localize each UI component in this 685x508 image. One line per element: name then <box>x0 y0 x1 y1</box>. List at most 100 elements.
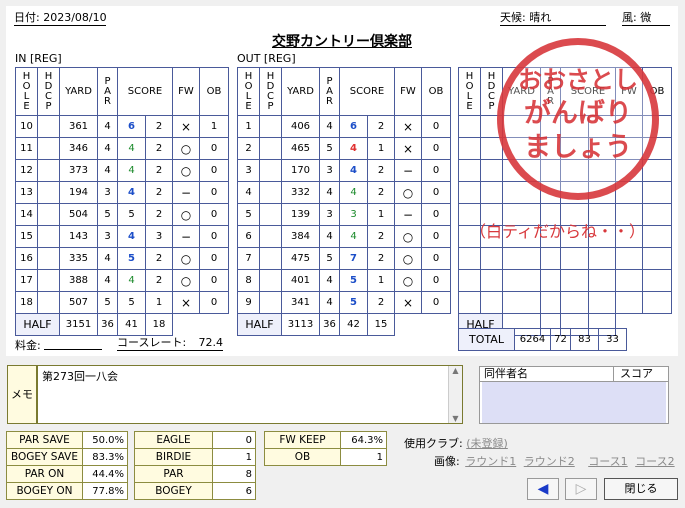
hdcp-header-text: HDCP <box>266 70 275 112</box>
score-cell: 5 <box>117 203 146 226</box>
half-putt: 15 <box>367 313 395 336</box>
hole-row: 7 475 5 7 2 ○ 0 <box>237 247 451 270</box>
putt-cell: 2 <box>367 159 395 182</box>
stat-value: 77.8% <box>82 482 128 500</box>
stat-value: 8 <box>212 465 256 483</box>
yard-cell: 170 <box>281 159 320 182</box>
hole-number: 1 <box>237 115 260 138</box>
half-par: 36 <box>319 313 340 336</box>
total-label: TOTAL <box>458 328 515 351</box>
score-cell: 5 <box>339 291 368 314</box>
score-header: SCORE <box>117 67 173 116</box>
hole-number: 15 <box>15 225 38 248</box>
hole-row: 15 143 3 4 3−0 <box>15 225 229 248</box>
clubs-row: 使用クラブ: (未登録) <box>404 435 508 451</box>
par-cell: 5 <box>97 203 118 226</box>
next-button[interactable]: ▷ <box>565 478 597 500</box>
putt-cell: 2 <box>145 181 173 204</box>
image-course2-link[interactable]: コース2 <box>635 455 674 468</box>
scroll-up-icon[interactable]: ▲ <box>449 366 462 375</box>
scroll-down-icon[interactable]: ▼ <box>449 414 462 423</box>
ob-cell: 0 <box>421 269 451 292</box>
memo-textarea[interactable]: 第273回一八会 ▲ ▼ <box>37 365 463 424</box>
yard-cell: 373 <box>59 159 98 182</box>
total-row: TOTAL 6264 72 83 33 <box>458 328 627 351</box>
par-cell: 4 <box>319 291 340 314</box>
clubs-link[interactable]: (未登録) <box>466 437 508 450</box>
close-button[interactable]: 閉じる <box>604 478 678 500</box>
putt-cell: 1 <box>367 269 395 292</box>
fw-cell: ○ <box>172 203 200 226</box>
stat-value: 64.3% <box>340 431 387 449</box>
yard-cell: 361 <box>59 115 98 138</box>
stat-value: 6 <box>212 482 256 500</box>
score-cell: 5 <box>117 291 146 314</box>
hole-row: 3 170 3 4 2−0 <box>237 159 451 182</box>
stat-label: OB <box>264 448 341 466</box>
rating-value: 72.4 <box>198 336 224 349</box>
hdcp-cell <box>37 269 60 292</box>
hdcp-cell <box>37 225 60 248</box>
par-cell: 5 <box>97 291 118 314</box>
image-course1-link[interactable]: コース1 <box>588 455 627 468</box>
prev-button[interactable]: ◀ <box>527 478 559 500</box>
companion-list-body[interactable] <box>482 382 666 423</box>
putt-cell: 2 <box>367 115 395 138</box>
half-yard: 3113 <box>281 313 320 336</box>
hole-number: 8 <box>237 269 260 292</box>
half-par: 36 <box>97 313 118 336</box>
yard-cell: 406 <box>281 115 320 138</box>
hdcp-cell <box>259 137 282 160</box>
memo-scrollbar[interactable]: ▲ ▼ <box>448 366 462 423</box>
rating-label: コースレート: <box>117 336 187 349</box>
image-round1-link[interactable]: ラウンド1 <box>465 455 516 468</box>
score-cell: 4 <box>117 159 146 182</box>
putt-cell: 3 <box>145 225 173 248</box>
fw-cell: ○ <box>172 269 200 292</box>
ob-cell: 0 <box>421 115 451 138</box>
par-cell: 3 <box>319 203 340 226</box>
par-cell: 4 <box>319 225 340 248</box>
save-stats-table: PAR SAVE 50.0% BOGEY SAVE 83.3% PAR ON 44.4% B… <box>6 431 128 500</box>
companion-name-header[interactable]: 同伴者名 <box>480 367 614 381</box>
images-row: 画像: ラウンド1 ラウンド2 コース1 コース2 <box>434 453 675 469</box>
empty-row <box>458 247 672 270</box>
hdcp-cell <box>259 247 282 270</box>
wind-field: 風: 微 <box>622 11 670 26</box>
yard-cell: 507 <box>59 291 98 314</box>
score-cell: 6 <box>117 115 146 138</box>
hole-row: 16 335 4 5 2 ○ 0 <box>15 247 229 270</box>
companion-list[interactable]: 同伴者名 スコア <box>479 366 669 424</box>
score-cell: 6 <box>339 115 368 138</box>
yard-cell: 332 <box>281 181 320 204</box>
stat-row: FW KEEP 64.3% <box>264 431 387 449</box>
hdcp-cell <box>259 269 282 292</box>
hole-number: 13 <box>15 181 38 204</box>
hole-number: 12 <box>15 159 38 182</box>
image-round2-link[interactable]: ラウンド2 <box>524 455 575 468</box>
fw-cell: ○ <box>172 137 200 160</box>
par-cell: 4 <box>97 247 118 270</box>
hdcp-cell <box>37 203 60 226</box>
companion-score-header[interactable]: スコア <box>614 367 654 381</box>
hole-number: 9 <box>237 291 260 314</box>
yard-cell: 465 <box>281 137 320 160</box>
hole-row: 1 406 4 6 2 × 0 <box>237 115 451 138</box>
putt-cell: 1 <box>367 203 395 226</box>
ob-cell: 0 <box>199 181 229 204</box>
stat-label: BIRDIE <box>134 448 213 466</box>
score-cell: 4 <box>117 137 146 160</box>
ob-cell: 0 <box>199 203 229 226</box>
stat-value: 44.4% <box>82 465 128 483</box>
hole-row: 4 332 4 4 2 ○ 0 <box>237 181 451 204</box>
putt-cell: 2 <box>367 247 395 270</box>
par-cell: 4 <box>319 115 340 138</box>
ob-cell: 0 <box>199 137 229 160</box>
fw-cell: ○ <box>394 247 422 270</box>
stat-row: BOGEY 6 <box>134 482 256 500</box>
hole-header: HOLE <box>458 67 481 116</box>
hole-number: 3 <box>237 159 260 182</box>
score-count-table: EAGLE 0 BIRDIE 1 PAR 8 BOGEY 6 <box>134 431 256 500</box>
ob-cell: 0 <box>421 137 451 160</box>
fw-cell: ○ <box>394 225 422 248</box>
